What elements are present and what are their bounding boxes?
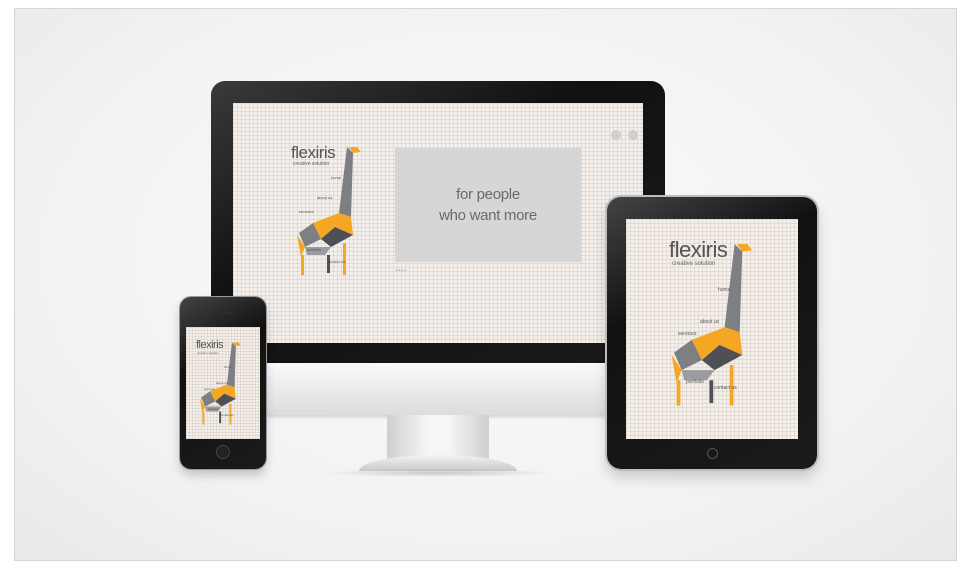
speaker-grille: [213, 311, 233, 314]
hero-banner: for people who want more: [395, 148, 581, 262]
imac-screen: flexiris creative solution home about us…: [233, 103, 643, 343]
nav-about-us[interactable]: about us: [216, 381, 228, 385]
camera-icon: [205, 311, 208, 314]
hero-line-1: for people: [456, 186, 520, 203]
mockup-frame: flexiris creative solution home about us…: [14, 8, 957, 561]
slider-dots[interactable]: ••••: [396, 268, 407, 274]
nav-contact-us[interactable]: contact us: [327, 259, 345, 264]
iphone-screen: flexiris creative solution home about us…: [186, 327, 260, 439]
nav-portfolio[interactable]: portfolio: [208, 407, 219, 411]
nav-portfolio[interactable]: portfolio: [686, 379, 704, 385]
nav-home[interactable]: home: [331, 175, 341, 180]
ipad-screen: flexiris creative solution home about us…: [626, 219, 798, 439]
imac-bezel: flexiris creative solution home about us…: [211, 81, 665, 363]
globe-icon[interactable]: [611, 130, 621, 140]
nav-home[interactable]: home: [224, 365, 232, 369]
ipad-device: flexiris creative solution home about us…: [607, 197, 817, 469]
home-button-icon[interactable]: [216, 445, 230, 459]
nav-services[interactable]: services: [204, 387, 215, 391]
nav-home[interactable]: home: [718, 287, 731, 293]
hero-line-2: who want more: [439, 207, 537, 224]
iphone-device: flexiris creative solution home about us…: [180, 297, 266, 469]
share-icon[interactable]: [628, 130, 638, 140]
nav-about-us[interactable]: about us: [317, 195, 332, 200]
imac-shadow: [321, 469, 555, 477]
nav-services[interactable]: services: [299, 209, 314, 214]
imac-chin: [211, 363, 665, 415]
nav-about-us[interactable]: about us: [700, 319, 719, 325]
imac-device: flexiris creative solution home about us…: [211, 81, 665, 477]
home-button-icon[interactable]: [707, 448, 718, 459]
nav-contact-us[interactable]: contact us: [220, 413, 234, 417]
nav-portfolio[interactable]: portfolio: [307, 247, 321, 252]
nav-contact-us[interactable]: contact us: [714, 385, 737, 391]
imac-stand-neck: [387, 415, 489, 459]
nav-services[interactable]: services: [678, 331, 696, 337]
